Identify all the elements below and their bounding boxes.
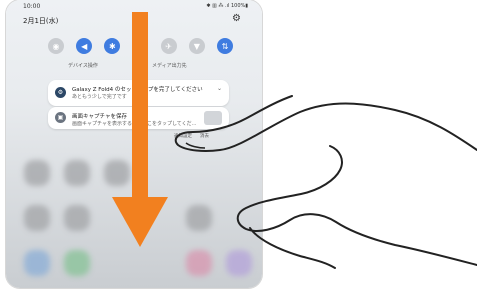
notification-settings-label[interactable]: 通知設定 xyxy=(174,133,192,139)
blurred-app-icon xyxy=(64,160,90,186)
swipe-arrow-shaft xyxy=(132,12,148,202)
blurred-app-icon xyxy=(186,205,212,231)
blurred-app-icon xyxy=(24,160,50,186)
gear-icon: ⚙ xyxy=(55,87,66,98)
gear-icon[interactable]: ⚙ xyxy=(232,13,241,24)
sound-icon[interactable]: ◀ xyxy=(76,38,93,54)
blurred-app-icon xyxy=(186,250,212,276)
tablet-screen: 10:00 ✱ ▥ ⁂ .ıl 100%▮ 2月1日(水) ⚙ ◉ ◀ ✱ ↻ … xyxy=(6,0,262,288)
media-output-label[interactable]: メディア出力先 xyxy=(152,62,187,69)
chevron-down-icon[interactable]: ⌄ xyxy=(217,85,222,92)
screenshot-thumbnail xyxy=(204,111,222,125)
flashlight-icon[interactable]: ▼ xyxy=(188,38,205,54)
blurred-app-icon xyxy=(24,250,50,276)
device-control-label[interactable]: デバイス操作 xyxy=(68,62,98,69)
status-icons: ✱ ▥ ⁂ .ıl 100%▮ xyxy=(206,3,248,9)
blurred-app-icon xyxy=(104,160,130,186)
notification-title: 画面キャプチャを保存 xyxy=(72,114,127,120)
blurred-app-icon xyxy=(64,250,90,276)
airplane-icon[interactable]: ✈ xyxy=(160,38,177,54)
screenshot-icon: ▣ xyxy=(55,112,66,123)
swipe-arrow-head xyxy=(112,197,168,247)
wifi-icon[interactable]: ◉ xyxy=(48,38,64,54)
bluetooth-icon[interactable]: ✱ xyxy=(104,38,121,54)
data-icon[interactable]: ⇅ xyxy=(216,38,233,54)
status-time: 10:00 xyxy=(23,3,41,10)
blurred-app-icon xyxy=(64,205,90,231)
blurred-app-icon xyxy=(24,205,50,231)
clear-label[interactable]: 消去 xyxy=(200,133,209,139)
blurred-app-icon xyxy=(226,250,252,276)
panel-date: 2月1日(水) xyxy=(23,17,59,25)
notification-body: あともう少しで完了です xyxy=(72,94,127,100)
